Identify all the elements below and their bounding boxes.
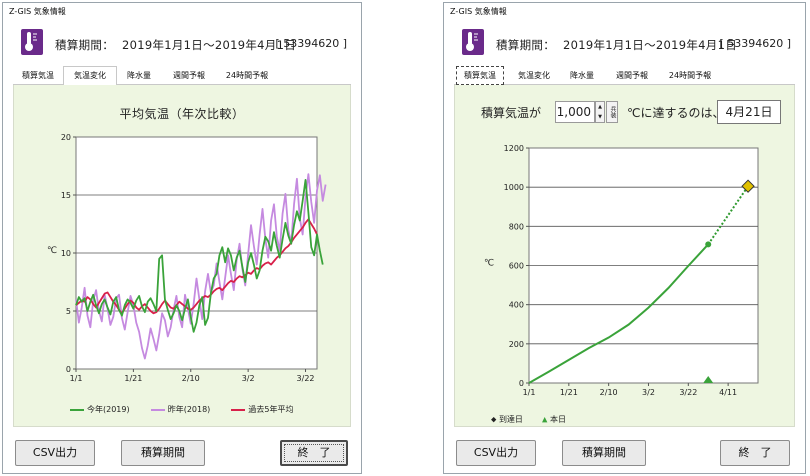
legend-reach-day: 到達日	[498, 415, 523, 424]
legend-swatch	[150, 408, 165, 411]
accumulation-period-button[interactable]: 積算期間	[121, 440, 205, 466]
x-tick-label: 1/21	[124, 374, 142, 383]
x-tick-label: 2/10	[182, 374, 200, 383]
y-axis-label: ℃	[47, 246, 57, 256]
thermometer-icon	[21, 29, 43, 55]
period-value: 2019年1月1日〜2019年4月1日	[563, 38, 737, 52]
period-label: 積算期間：	[496, 38, 555, 52]
csv-export-button[interactable]: CSV出力	[15, 440, 95, 466]
y-tick-label: 15	[61, 191, 71, 200]
weather-window-left: Z-GIS 気象情報 積算期間： 2019年1月1日〜2019年4月1日 [ 53…	[2, 2, 362, 474]
today-point	[705, 241, 712, 248]
window-title: Z-GIS 気象情報	[9, 7, 66, 16]
tab-precipitation[interactable]: 降水量	[119, 67, 159, 85]
legend-2019: 今年(2019)	[87, 405, 130, 414]
y-tick-label: 10	[61, 249, 71, 258]
x-tick-label: 3/22	[297, 374, 315, 383]
x-tick-label: 3/2	[642, 388, 655, 397]
triangle-icon: ▲	[542, 415, 548, 424]
window-title: Z-GIS 気象情報	[450, 7, 507, 16]
exit-button[interactable]: 終 了	[280, 440, 348, 466]
diamond-icon: ◆	[491, 415, 497, 424]
y-tick-label: 20	[61, 133, 71, 142]
legend-5yr-avg: 過去5年平均	[248, 405, 294, 414]
thermometer-icon	[462, 29, 484, 55]
csv-export-button[interactable]: CSV出力	[456, 440, 536, 466]
exit-button[interactable]: 終 了	[720, 440, 790, 466]
header: 積算期間： 2019年1月1日〜2019年4月1日 [ 53394620 ]	[3, 25, 361, 63]
accumulation-period: 積算期間： 2019年1月1日〜2019年4月1日	[55, 37, 296, 53]
period-label: 積算期間：	[55, 38, 114, 52]
y-tick-label: 0	[519, 379, 524, 388]
accumulation-period: 積算期間： 2019年1月1日〜2019年4月1日	[496, 37, 737, 53]
x-tick-label: 1/1	[523, 388, 536, 397]
accumulation-period-button[interactable]: 積算期間	[562, 440, 646, 466]
y-tick-label: 800	[509, 222, 524, 231]
tab-bar: 積算気温 気温変化 降水量 週間予報 24時間予報	[454, 65, 795, 85]
chart-legend: 今年(2019) 昨年(2018) 過去5年平均	[70, 404, 294, 415]
tab-temp-change[interactable]: 気温変化	[63, 66, 117, 86]
header: 積算期間： 2019年1月1日〜2019年4月1日 [ 53394620 ]	[444, 25, 805, 63]
chart-legend: ◆ 到達日 ▲ 本日	[491, 414, 566, 425]
tab-weekly-forecast[interactable]: 週間予報	[606, 67, 658, 85]
tab-weekly-forecast[interactable]: 週間予報	[163, 67, 215, 85]
legend-swatch	[231, 408, 246, 411]
y-tick-label: 400	[509, 301, 524, 310]
y-tick-label: 200	[509, 340, 524, 349]
chart-panel: 平均気温（年次比較） 0 5 10 15 20 1/1 1/21 2/10 3/2 3/22 ℃ 今…	[13, 85, 351, 427]
tab-accumulated-temp[interactable]: 積算気温	[15, 67, 61, 85]
x-tick-label: 2/10	[600, 388, 618, 397]
location-code: [ 53394620 ]	[275, 37, 347, 50]
temperature-chart: 0 5 10 15 20 1/1 1/21 2/10 3/2 3/22 ℃	[47, 133, 327, 383]
x-tick-label: 3/22	[679, 388, 697, 397]
legend-today: 本日	[549, 415, 566, 424]
legend-2018: 昨年(2018)	[167, 405, 211, 414]
legend-swatch	[70, 408, 84, 411]
y-tick-label: 600	[509, 262, 524, 271]
x-tick-label: 4/11	[719, 388, 737, 397]
x-tick-label: 1/21	[560, 388, 578, 397]
tab-24h-forecast[interactable]: 24時間予報	[219, 67, 275, 85]
y-tick-label: 0	[66, 365, 71, 374]
location-code: [ 53394620 ]	[719, 37, 791, 50]
tab-temp-change[interactable]: 気温変化	[508, 67, 560, 85]
tab-bar: 積算気温 気温変化 降水量 週間予報 24時間予報	[13, 65, 351, 86]
y-tick-label: 1000	[504, 183, 524, 192]
weather-window-right: Z-GIS 気象情報 積算期間： 2019年1月1日〜2019年4月1日 [ 53…	[443, 2, 806, 474]
chart-panel: 積算気温が 1,000 ▲ ▼ 兵装 ℃に達するのは、 4月21日 0 200 400…	[454, 85, 795, 427]
period-value: 2019年1月1日〜2019年4月1日	[122, 38, 296, 52]
tab-precipitation[interactable]: 降水量	[562, 67, 602, 85]
y-tick-label: 1200	[504, 144, 524, 153]
y-tick-label: 5	[66, 307, 71, 316]
accumulated-temp-chart: 0 200 400 600 800 1000 1200 1/1 1/21 2/10 3/2 3/22 4…	[484, 144, 759, 397]
y-axis-label: ℃	[484, 259, 494, 269]
tab-24h-forecast[interactable]: 24時間予報	[662, 67, 718, 85]
x-tick-label: 3/2	[242, 374, 255, 383]
tab-accumulated-temp[interactable]: 積算気温	[456, 66, 504, 85]
x-tick-label: 1/1	[70, 374, 83, 383]
